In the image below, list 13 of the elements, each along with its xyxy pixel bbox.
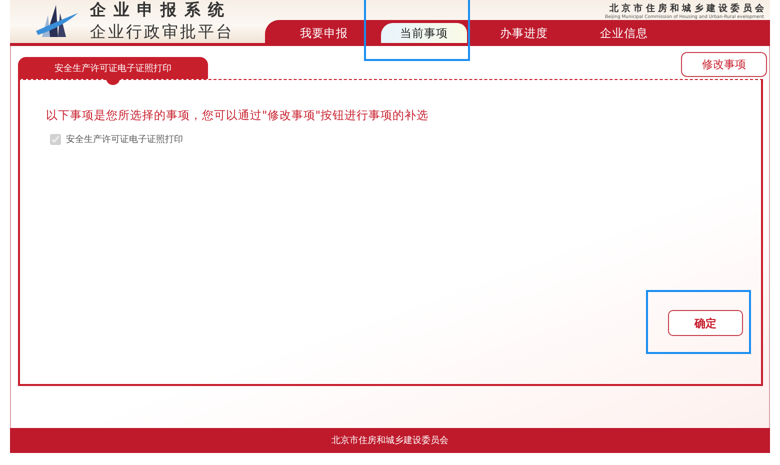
agency-name: 北 京 市 住 房 和 城 乡 建 设 委 员 会 bbox=[609, 2, 764, 14]
nav-tab[interactable]: 当前事项 bbox=[381, 23, 467, 43]
system-title: 企 业 申 报 系 统 bbox=[90, 0, 226, 21]
nav-tab[interactable]: 我要申报 bbox=[281, 23, 367, 43]
confirm-button[interactable]: 确定 bbox=[668, 310, 743, 336]
content-tab[interactable]: 安全生产许可证电子证照打印 bbox=[18, 57, 208, 79]
platform-title: 企业行政审批平台 bbox=[90, 22, 234, 43]
nav-tab[interactable]: 办事进度 bbox=[481, 23, 567, 43]
nav-tab[interactable]: 企业信息 bbox=[581, 23, 667, 43]
edit-items-button[interactable]: 修改事项 bbox=[681, 52, 767, 77]
notice-text: 以下事项是您所选择的事项，您可以通过"修改事项"按钮进行事项的补选 bbox=[46, 108, 430, 123]
item-label: 安全生产许可证电子证照打印 bbox=[66, 134, 183, 146]
footer: 北京市住房和城乡建设委员会 bbox=[10, 428, 770, 453]
